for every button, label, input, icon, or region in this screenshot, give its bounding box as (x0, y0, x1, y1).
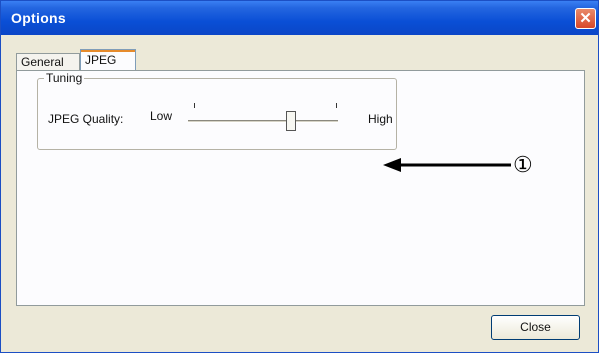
callout-arrow-icon (383, 158, 511, 172)
jpeg-quality-slider-thumb[interactable] (285, 111, 296, 131)
window-title: Options (11, 10, 66, 26)
slider-tick-max (336, 103, 337, 108)
low-label: Low (150, 109, 173, 123)
options-dialog: Options ✕ General JPEG Tuning JPEG Quali… (0, 0, 599, 353)
slider-tick-min (194, 103, 195, 108)
jpeg-quality-slider-track[interactable] (188, 120, 338, 123)
close-button[interactable]: Close (491, 315, 580, 340)
close-icon[interactable]: ✕ (575, 8, 596, 29)
jpeg-tab-panel: Tuning JPEG Quality: Low High (16, 70, 585, 306)
tab-jpeg[interactable]: JPEG (80, 49, 136, 71)
dialog-content: General JPEG Tuning JPEG Quality: Low Hi… (4, 35, 595, 349)
tab-general[interactable]: General (16, 53, 80, 71)
tuning-group: Tuning JPEG Quality: Low High (37, 71, 397, 150)
title-bar[interactable]: Options ✕ (1, 1, 598, 35)
tuning-group-label: Tuning (44, 71, 85, 85)
high-label: High (368, 112, 393, 126)
jpeg-quality-label: JPEG Quality: (48, 112, 124, 126)
callout-marker: ① (513, 152, 533, 177)
